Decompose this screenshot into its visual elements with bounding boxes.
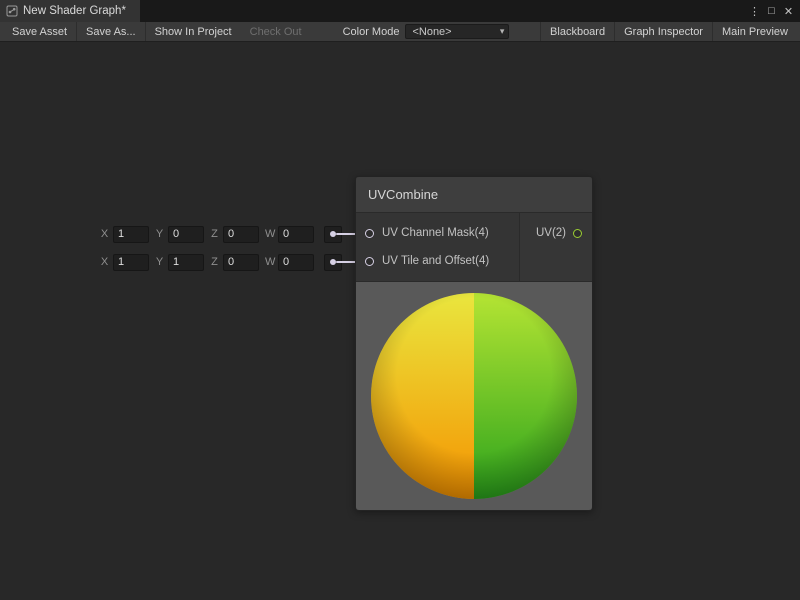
vector-value: 1	[173, 256, 179, 268]
vector-component-z: Z 0	[210, 254, 259, 271]
vector-component-label: W	[265, 256, 274, 268]
output-port-label: UV(2)	[536, 227, 566, 239]
vector-component-y: Y 0	[155, 226, 204, 243]
main-preview-button[interactable]: Main Preview	[713, 22, 797, 41]
input-port-uv-tile-offset: UV Tile and Offset(4)	[356, 247, 519, 275]
vector-component-label: Y	[155, 228, 164, 240]
input-ports: UV Channel Mask(4) UV Tile and Offset(4)	[356, 213, 520, 281]
vector-component-label: W	[265, 228, 274, 240]
show-in-project-button[interactable]: Show In Project	[146, 22, 241, 41]
input-port-label: UV Tile and Offset(4)	[382, 255, 489, 267]
input-port-icon[interactable]	[365, 229, 374, 238]
vector-value-field[interactable]: 1	[168, 254, 204, 271]
maximize-icon[interactable]: □	[763, 5, 780, 17]
vector-component-label: Y	[155, 256, 164, 268]
vector-component-z: Z 0	[210, 226, 259, 243]
tab-new-shader-graph[interactable]: New Shader Graph*	[0, 0, 140, 22]
window-menu-icon[interactable]: ⋮	[746, 5, 763, 18]
vector4-input-row-1: X 1 Y 0 Z 0 W 0	[100, 224, 342, 244]
node-preview	[356, 282, 592, 510]
vector-value-field[interactable]: 1	[113, 254, 149, 271]
vector-value-field[interactable]: 0	[223, 226, 259, 243]
chevron-down-icon: ▾	[500, 26, 505, 37]
save-asset-button[interactable]: Save Asset	[3, 22, 76, 41]
vector-component-x: X 1	[100, 254, 149, 271]
save-as-button[interactable]: Save As...	[77, 22, 145, 41]
output-port-icon[interactable]	[573, 229, 582, 238]
vector-component-w: W 0	[265, 226, 314, 243]
graph-inspector-button[interactable]: Graph Inspector	[615, 22, 712, 41]
preview-sphere	[371, 293, 577, 499]
output-port-uv: UV(2)	[520, 219, 592, 247]
vector-value: 0	[283, 256, 289, 268]
toolbar-right-group: Blackboard Graph Inspector Main Preview	[540, 22, 797, 41]
vector-value: 0	[228, 228, 234, 240]
unity-shader-graph-window: New Shader Graph* ⋮ □ ✕ Save Asset Save …	[0, 0, 800, 600]
vector-component-label: X	[100, 256, 109, 268]
window-controls: ⋮ □ ✕	[746, 0, 800, 22]
vector-value-field[interactable]: 0	[223, 254, 259, 271]
vector-component-label: Z	[210, 256, 219, 268]
vector-component-label: X	[100, 228, 109, 240]
vector-component-label: Z	[210, 228, 219, 240]
vector-value-field[interactable]: 0	[278, 254, 314, 271]
vector-value: 1	[118, 228, 124, 240]
close-icon[interactable]: ✕	[780, 5, 797, 18]
vector-value: 0	[228, 256, 234, 268]
vector-value: 0	[173, 228, 179, 240]
graph-canvas[interactable]: X 1 Y 0 Z 0 W 0 X 1 Y	[0, 42, 800, 600]
input-port-uv-channel-mask: UV Channel Mask(4)	[356, 219, 519, 247]
input-port-label: UV Channel Mask(4)	[382, 227, 489, 239]
node-title: UVCombine	[368, 187, 438, 202]
shader-graph-icon	[6, 5, 18, 17]
vector-component-w: W 0	[265, 254, 314, 271]
node-header[interactable]: UVCombine	[356, 177, 592, 213]
input-port-icon[interactable]	[365, 257, 374, 266]
color-mode-label: Color Mode	[337, 26, 406, 38]
vector-component-x: X 1	[100, 226, 149, 243]
vector-value-field[interactable]: 0	[278, 226, 314, 243]
check-out-button[interactable]: Check Out	[241, 22, 311, 41]
vector-component-y: Y 1	[155, 254, 204, 271]
toolbar: Save Asset Save As... Show In Project Ch…	[0, 22, 800, 42]
vector-value-field[interactable]: 1	[113, 226, 149, 243]
output-ports: UV(2)	[520, 213, 592, 281]
vector-value-field[interactable]: 0	[168, 226, 204, 243]
node-uvcombine[interactable]: UVCombine UV Channel Mask(4) UV Tile and…	[355, 176, 593, 511]
color-mode-value: <None>	[412, 26, 451, 38]
title-bar: New Shader Graph* ⋮ □ ✕	[0, 0, 800, 22]
vector-value: 1	[118, 256, 124, 268]
vector-value: 0	[283, 228, 289, 240]
color-mode-dropdown[interactable]: <None> ▾	[405, 24, 509, 39]
vector4-input-row-2: X 1 Y 1 Z 0 W 0	[100, 252, 342, 272]
node-ports: UV Channel Mask(4) UV Tile and Offset(4)…	[356, 213, 592, 282]
blackboard-button[interactable]: Blackboard	[541, 22, 614, 41]
tab-title: New Shader Graph*	[23, 5, 126, 17]
